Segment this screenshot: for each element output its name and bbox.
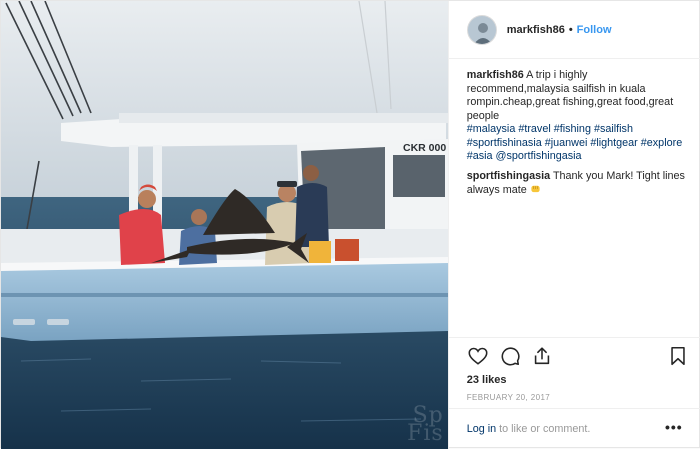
instagram-post: CKR 000 Sp Fis markfish86 • Follow markf… — [0, 0, 700, 449]
caption-username[interactable]: markfish86 — [467, 69, 524, 81]
heart-icon[interactable] — [467, 345, 489, 367]
reply-username[interactable]: sportfishingasia — [467, 170, 550, 182]
follow-button[interactable]: Follow — [577, 24, 612, 36]
comments-list: markfish86 A trip i highly recommend,mal… — [467, 69, 689, 204]
avatar-image — [467, 15, 496, 44]
header-username[interactable]: markfish86 — [507, 24, 565, 36]
reply-comment: sportfishingasia Thank you Mark! Tight l… — [467, 170, 689, 198]
login-link[interactable]: Log in — [467, 423, 496, 435]
header-separator: • — [568, 23, 573, 36]
actions-divider — [448, 337, 700, 338]
post-footer: Log in to like or comment. ••• — [448, 408, 700, 449]
post-date: FEBRUARY 20, 2017 — [466, 393, 551, 402]
avatar[interactable] — [466, 14, 497, 45]
fist-emoji-icon — [531, 185, 540, 193]
login-prompt: Log in to like or comment. — [467, 423, 591, 435]
comment-bubble-icon[interactable] — [499, 345, 521, 367]
caption-hashtags[interactable]: #malaysia #travel #fishing #sailfish #sp… — [467, 123, 682, 162]
post-header: markfish86 • Follow — [448, 1, 700, 59]
login-rest-text: to like or comment. — [499, 423, 591, 435]
boat-id-text: CKR 000 — [403, 142, 446, 154]
bookmark-icon[interactable] — [667, 345, 689, 367]
post-actions — [467, 345, 689, 369]
photo-watermark: Sp Fis — [407, 403, 444, 446]
boat-photo-illustration: CKR 000 — [1, 1, 448, 449]
caption-comment: markfish86 A trip i highly recommend,mal… — [467, 69, 689, 164]
share-icon[interactable] — [531, 345, 553, 367]
more-options-button[interactable]: ••• — [665, 419, 683, 435]
post-side-panel: markfish86 • Follow markfish86 A trip i … — [447, 1, 700, 449]
likes-count[interactable]: 23 likes — [467, 374, 507, 386]
post-photo[interactable]: CKR 000 Sp Fis — [1, 1, 448, 449]
